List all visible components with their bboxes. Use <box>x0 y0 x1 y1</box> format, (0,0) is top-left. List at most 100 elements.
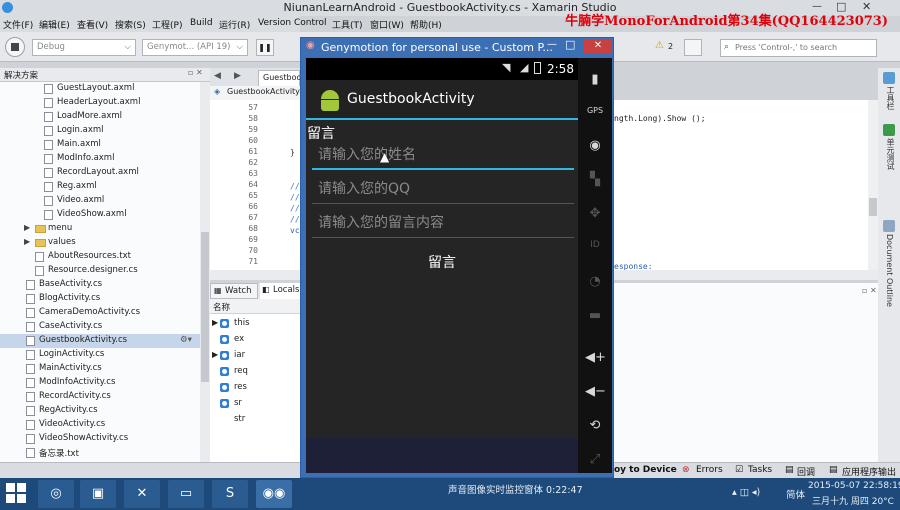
code-area-right[interactable]: ngth.Long).Show (); esponse: <box>614 100 878 271</box>
dock-document-outline[interactable]: Document Outline <box>885 234 894 307</box>
tree-folder[interactable]: ▶ values <box>0 236 200 250</box>
tree-file[interactable]: Video.axml <box>0 194 200 208</box>
tree-file[interactable]: 备忘录.txt <box>0 446 200 460</box>
maximize-button[interactable]: □ <box>565 38 575 51</box>
tree-file[interactable]: LoadMore.axml <box>0 110 200 124</box>
menu-run[interactable]: 运行(R) <box>219 18 250 31</box>
tree-file[interactable]: LoginActivity.cs <box>0 348 200 362</box>
gear-icon[interactable]: ⚙▾ <box>180 335 192 345</box>
volume-up-icon[interactable]: ◀+ <box>585 350 606 365</box>
tree-file[interactable]: VideoShow.axml <box>0 208 200 222</box>
solution-scrollbar[interactable] <box>200 82 210 462</box>
tasks-pad[interactable]: Tasks <box>748 465 772 475</box>
tree-file[interactable]: Resource.designer.cs <box>0 264 200 278</box>
tree-file[interactable]: HeaderLayout.axml <box>0 96 200 110</box>
android-screen[interactable]: ◥ ◢ 2:58 GuestbookActivity 留言 请输入您的姓名 请输… <box>306 58 578 473</box>
locals-row[interactable]: ▶ this <box>210 316 300 332</box>
taskbar-date[interactable]: 三月十九 周四 20°C <box>812 494 894 507</box>
pane-close-icon[interactable]: ▫ ✕ <box>862 286 877 295</box>
nav-forward-icon[interactable]: ▶ <box>234 71 241 81</box>
dpad-icon[interactable]: ✥ <box>585 206 605 221</box>
emulator-close-button[interactable]: ✕ <box>584 39 612 53</box>
nav-back-icon[interactable]: ◀ <box>214 71 221 81</box>
code-area[interactable]: } // // // // vc <box>260 100 300 270</box>
tree-file[interactable]: CameraDemoActivity.cs <box>0 306 200 320</box>
menu-build[interactable]: Build <box>190 18 213 28</box>
tree-file[interactable]: RegActivity.cs <box>0 404 200 418</box>
outline-icon[interactable] <box>883 220 895 232</box>
locals-row[interactable]: str <box>210 412 300 428</box>
locals-row[interactable]: sr <box>210 396 300 412</box>
menu-project[interactable]: 工程(P) <box>152 18 182 31</box>
tree-file[interactable]: AboutResources.txt <box>0 250 200 264</box>
chrome-taskbar-icon[interactable]: ◎ <box>38 480 74 508</box>
tree-file[interactable]: Login.axml <box>0 124 200 138</box>
device-manager-taskbar-icon[interactable]: ▣ <box>80 480 116 508</box>
gps-icon[interactable]: GPS <box>585 106 605 115</box>
build-status-button[interactable] <box>684 39 702 56</box>
clapper-icon[interactable]: ▚ <box>585 172 605 187</box>
scroll-thumb[interactable] <box>869 198 877 216</box>
submit-button[interactable]: 留言 <box>306 248 578 278</box>
pane-close-icon[interactable]: ▫ ✕ <box>188 68 203 77</box>
unit-test-icon[interactable] <box>883 124 895 136</box>
file-explorer-taskbar-icon[interactable]: ▭ <box>168 480 204 508</box>
expand-arrow-icon[interactable]: ▶ <box>24 223 30 232</box>
locals-row[interactable]: ▶ iar <box>210 348 300 364</box>
editor-scrollbar[interactable] <box>868 100 878 270</box>
camera-icon[interactable]: ◉ <box>585 138 605 153</box>
xamarin-taskbar-icon[interactable]: ✕ <box>124 480 160 508</box>
tree-file[interactable]: BlogActivity.cs <box>0 292 200 306</box>
name-input[interactable]: 请输入您的姓名 <box>312 144 574 170</box>
tree-file[interactable]: ModInfo.axml <box>0 152 200 166</box>
app-output-pad[interactable]: 应用程序输出 <box>842 465 896 478</box>
tab-guestbook-activity[interactable]: Guestboo <box>258 70 301 86</box>
tree-file[interactable]: VideoShowActivity.cs <box>0 432 200 446</box>
tree-file[interactable]: Main.axml <box>0 138 200 152</box>
genymotion-taskbar-icon[interactable]: ◉◉ <box>256 480 292 508</box>
tab-watch[interactable]: ▦ Watch <box>210 283 258 299</box>
tree-file[interactable]: ModInfoActivity.cs <box>0 376 200 390</box>
menu-version-control[interactable]: Version Control <box>258 18 327 28</box>
tree-file[interactable]: Reg.axml <box>0 180 200 194</box>
ime-indicator[interactable]: 简体 <box>786 487 805 501</box>
expand-arrow-icon[interactable]: ▶ <box>212 318 218 327</box>
message-icon[interactable]: ▬ <box>585 308 605 323</box>
configuration-select[interactable]: Debug ⌵ <box>32 39 136 56</box>
menu-file[interactable]: 文件(F) <box>3 18 33 31</box>
fullscreen-icon[interactable]: ⤢ <box>585 452 605 467</box>
breadcrumb-class[interactable]: GuestbookActivity <box>227 87 300 96</box>
tab-locals[interactable]: ◧ Locals <box>260 283 300 299</box>
rss-icon[interactable]: ◔ <box>585 274 605 289</box>
menu-search[interactable]: 搜索(S) <box>115 18 146 31</box>
tree-file[interactable]: GuestLayout.axml <box>0 82 200 96</box>
tree-file[interactable]: RecordLayout.axml <box>0 166 200 180</box>
rotate-icon[interactable]: ⟲ <box>585 418 605 433</box>
editor-hscrollbar-right[interactable] <box>614 270 878 280</box>
message-input[interactable]: 请输入您的留言内容 <box>312 212 574 238</box>
locals-row[interactable]: res <box>210 380 300 396</box>
dock-unit-tests[interactable]: 单元测试 <box>885 138 896 170</box>
menu-help[interactable]: 帮助(H) <box>410 18 442 31</box>
menu-window[interactable]: 窗口(W) <box>370 18 404 31</box>
tree-file[interactable]: VideoActivity.cs <box>0 418 200 432</box>
battery-icon[interactable]: ▮ <box>585 72 605 87</box>
toolbox-icon[interactable] <box>883 72 895 84</box>
dock-toolbox[interactable]: 工具栏 <box>885 86 896 110</box>
search-input[interactable]: ⌕ Press 'Control-,' to search <box>720 39 877 57</box>
volume-down-icon[interactable]: ◀− <box>585 384 606 399</box>
stop-button[interactable] <box>5 37 25 57</box>
expand-arrow-icon[interactable]: ▶ <box>212 350 218 359</box>
minimize-button[interactable]: — <box>547 39 557 50</box>
menu-tools[interactable]: 工具(T) <box>332 18 363 31</box>
menu-edit[interactable]: 编辑(E) <box>39 18 70 31</box>
qq-input[interactable]: 请输入您的QQ <box>312 178 574 204</box>
tree-file[interactable]: CaseActivity.cs <box>0 320 200 334</box>
tree-file[interactable]: BaseActivity.cs <box>0 278 200 292</box>
errors-pad[interactable]: Errors <box>696 465 723 475</box>
pause-button[interactable]: ❚❚ <box>256 39 274 56</box>
scroll-thumb[interactable] <box>201 232 209 382</box>
locals-row[interactable]: req <box>210 364 300 380</box>
device-select[interactable]: Genymot... (API 19) ⌵ <box>142 39 248 56</box>
start-button[interactable] <box>6 483 26 503</box>
